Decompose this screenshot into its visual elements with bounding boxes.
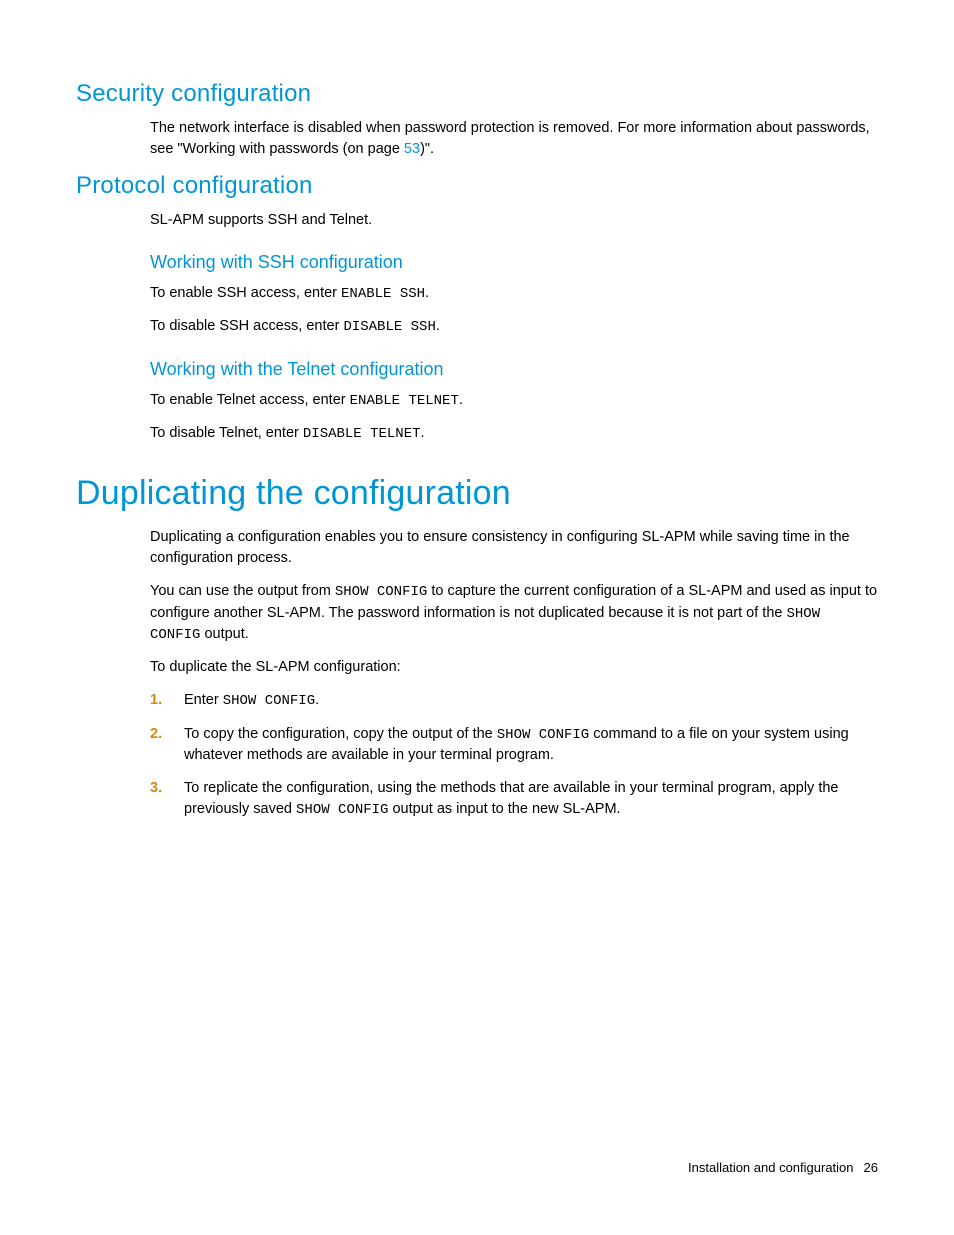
heading-telnet-configuration: Working with the Telnet configuration bbox=[150, 356, 878, 382]
text: To enable Telnet access, enter bbox=[150, 392, 350, 408]
step-2: 2. To copy the configuration, copy the o… bbox=[150, 724, 878, 766]
text: To disable Telnet, enter bbox=[150, 425, 303, 441]
footer-section: Installation and configuration bbox=[688, 1160, 854, 1175]
text: To enable SSH access, enter bbox=[150, 285, 341, 301]
step-3: 3. To replicate the configuration, using… bbox=[150, 778, 878, 820]
text: . bbox=[436, 318, 440, 334]
page: Security configuration The network inter… bbox=[0, 0, 954, 1235]
code-show-config: SHOW CONFIG bbox=[223, 693, 315, 709]
heading-protocol-configuration: Protocol configuration bbox=[76, 172, 878, 200]
text: . bbox=[459, 392, 463, 408]
ssh-enable-paragraph: To enable SSH access, enter ENABLE SSH. bbox=[150, 283, 878, 304]
dup-paragraph-3: To duplicate the SL-APM configuration: bbox=[150, 657, 878, 678]
text: To disable SSH access, enter bbox=[150, 318, 343, 334]
text: . bbox=[425, 285, 429, 301]
telnet-enable-paragraph: To enable Telnet access, enter ENABLE TE… bbox=[150, 390, 878, 411]
text: You can use the output from bbox=[150, 583, 335, 599]
code-enable-telnet: ENABLE TELNET bbox=[350, 393, 459, 409]
ssh-disable-paragraph: To disable SSH access, enter DISABLE SSH… bbox=[150, 316, 878, 337]
text: . bbox=[315, 692, 319, 708]
security-paragraph: The network interface is disabled when p… bbox=[150, 118, 878, 160]
footer-page-number: 26 bbox=[864, 1160, 878, 1175]
telnet-disable-paragraph: To disable Telnet, enter DISABLE TELNET. bbox=[150, 423, 878, 444]
steps-list: 1. Enter SHOW CONFIG. 2. To copy the con… bbox=[150, 690, 878, 820]
code-show-config: SHOW CONFIG bbox=[296, 802, 388, 818]
code-show-config: SHOW CONFIG bbox=[497, 727, 589, 743]
step-number: 2. bbox=[150, 724, 162, 745]
page-footer: Installation and configuration 26 bbox=[688, 1160, 878, 1175]
heading-security-configuration: Security configuration bbox=[76, 80, 878, 108]
text: . bbox=[421, 425, 425, 441]
step-number: 3. bbox=[150, 778, 162, 799]
security-body: The network interface is disabled when p… bbox=[150, 118, 878, 160]
code-show-config: SHOW CONFIG bbox=[335, 584, 427, 600]
page-link-53[interactable]: 53 bbox=[404, 141, 420, 157]
dup-paragraph-2: You can use the output from SHOW CONFIG … bbox=[150, 581, 878, 645]
text: The network interface is disabled when p… bbox=[150, 120, 870, 157]
dup-paragraph-1: Duplicating a configuration enables you … bbox=[150, 527, 878, 569]
code-disable-telnet: DISABLE TELNET bbox=[303, 426, 421, 442]
text: output. bbox=[200, 626, 248, 642]
step-number: 1. bbox=[150, 690, 162, 711]
text: To copy the configuration, copy the outp… bbox=[184, 726, 497, 742]
text: output as input to the new SL-APM. bbox=[388, 801, 620, 817]
heading-duplicating-configuration: Duplicating the configuration bbox=[76, 474, 878, 513]
heading-ssh-configuration: Working with SSH configuration bbox=[150, 249, 878, 275]
text: Enter bbox=[184, 692, 223, 708]
code-disable-ssh: DISABLE SSH bbox=[343, 319, 435, 335]
protocol-intro: SL-APM supports SSH and Telnet. bbox=[150, 210, 878, 231]
step-1: 1. Enter SHOW CONFIG. bbox=[150, 690, 878, 711]
duplicating-body: Duplicating a configuration enables you … bbox=[150, 527, 878, 820]
text: )". bbox=[420, 141, 434, 157]
protocol-body: SL-APM supports SSH and Telnet. Working … bbox=[150, 210, 878, 444]
code-enable-ssh: ENABLE SSH bbox=[341, 286, 425, 302]
